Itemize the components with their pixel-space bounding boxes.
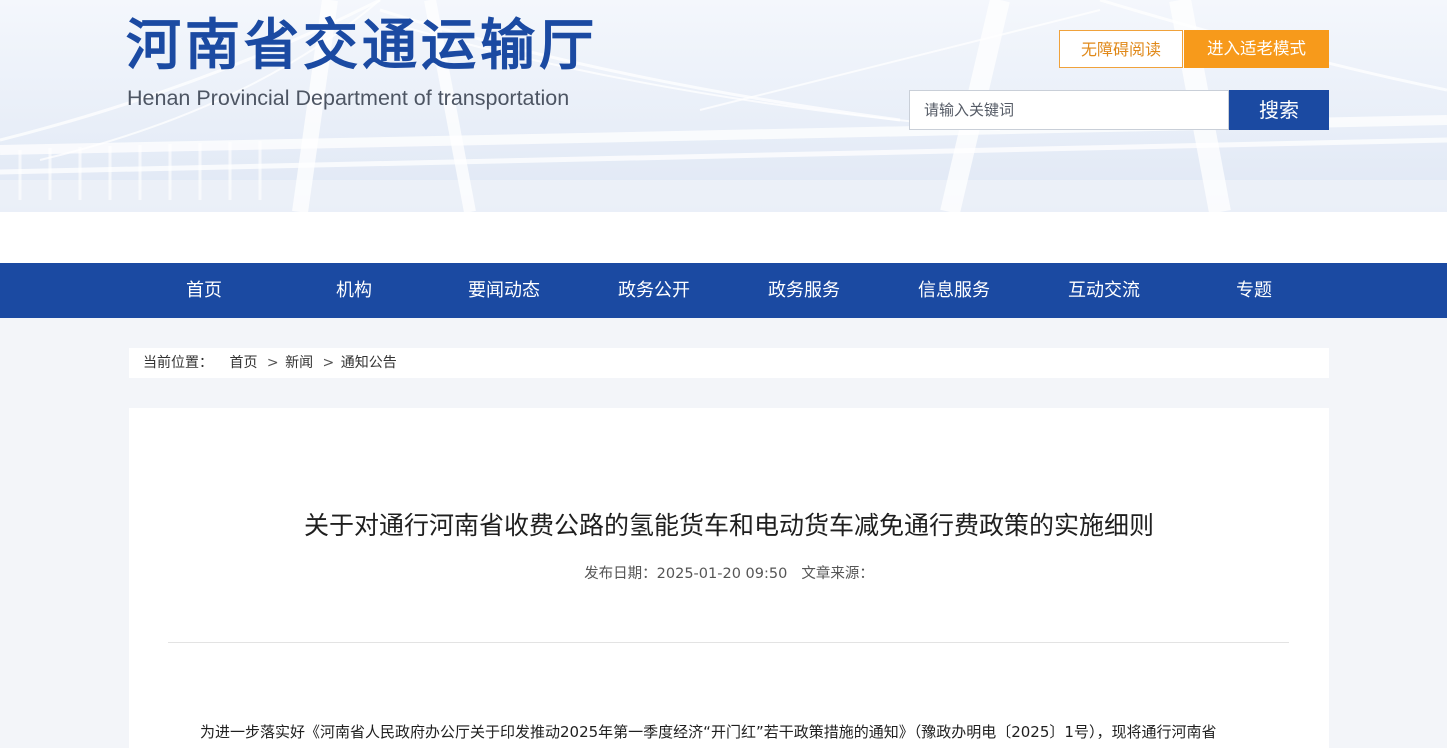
nav-item-information-services[interactable]: 信息服务 <box>879 263 1029 318</box>
nav-item-organization[interactable]: 机构 <box>279 263 429 318</box>
nav-item-home[interactable]: 首页 <box>129 263 279 318</box>
accessibility-reading-button[interactable]: 无障碍阅读 <box>1059 30 1183 68</box>
publish-date-label: 发布日期： <box>584 566 657 582</box>
search-input[interactable] <box>909 90 1229 130</box>
breadcrumb-label: 当前位置： <box>143 355 213 371</box>
article-body-first-line: 为进一步落实好《河南省人民政府办公厅关于印发推动2025年第一季度经济“开门红”… <box>200 723 1217 741</box>
breadcrumb-notice-link[interactable]: 通知公告 <box>341 355 397 371</box>
search-button[interactable]: 搜索 <box>1229 90 1329 130</box>
main-navigation: 首页 机构 要闻动态 政务公开 政务服务 信息服务 互动交流 专题 <box>0 263 1447 318</box>
breadcrumb-separator: > <box>322 355 335 371</box>
article-meta: 发布日期：2025-01-20 09:50 文章来源： <box>129 562 1329 586</box>
elder-mode-button[interactable]: 进入适老模式 <box>1184 30 1329 68</box>
breadcrumb: 当前位置： 首页 > 新闻 > 通知公告 <box>129 348 1329 378</box>
nav-item-news[interactable]: 要闻动态 <box>429 263 579 318</box>
breadcrumb-separator: > <box>266 355 279 371</box>
breadcrumb-news-link[interactable]: 新闻 <box>285 355 313 371</box>
nav-item-government-affairs[interactable]: 政务公开 <box>579 263 729 318</box>
article-source-label: 文章来源： <box>801 566 874 582</box>
nav-item-topics[interactable]: 专题 <box>1179 263 1329 318</box>
site-logo-english: Henan Provincial Department of transport… <box>127 86 570 110</box>
publish-date: 2025-01-20 09:50 <box>656 566 788 582</box>
article-title: 关于对通行河南省收费公路的氢能货车和电动货车减免通行费政策的实施细则 <box>303 511 1154 540</box>
site-header: 河南省交通运输厅 Henan Provincial Department of … <box>0 0 1447 263</box>
nav-item-government-services[interactable]: 政务服务 <box>729 263 879 318</box>
article-container: 关于对通行河南省收费公路的氢能货车和电动货车减免通行费政策的实施细则 发布日期：… <box>129 408 1329 748</box>
breadcrumb-home-link[interactable]: 首页 <box>229 355 257 371</box>
site-logo-chinese: 河南省交通运输厅 <box>126 13 599 77</box>
article-divider <box>168 642 1289 643</box>
nav-item-interaction[interactable]: 互动交流 <box>1029 263 1179 318</box>
